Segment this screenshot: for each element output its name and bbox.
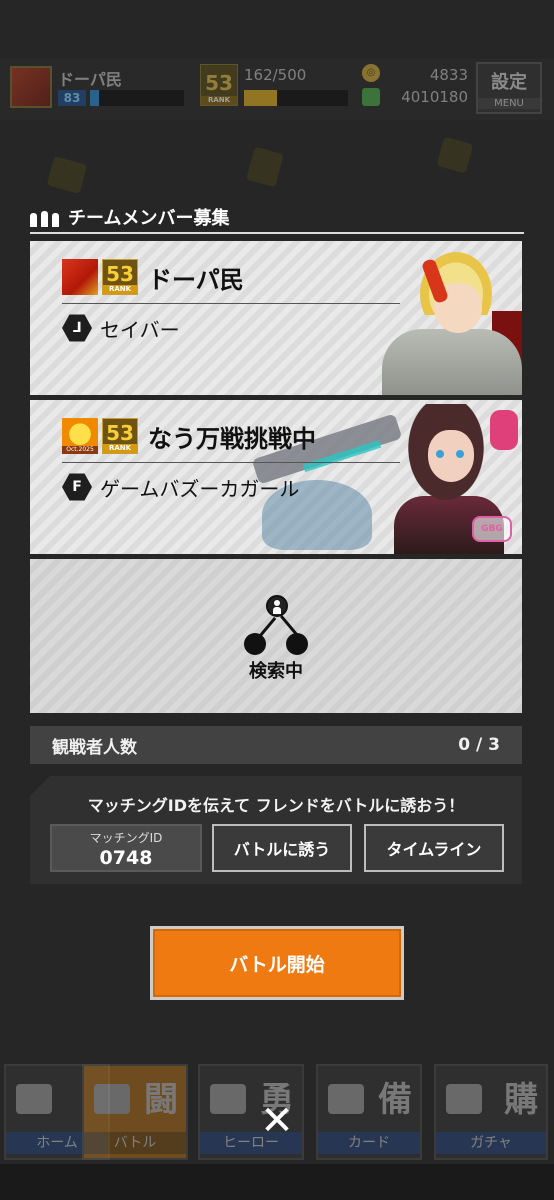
matching-id-label: マッチングID [89,831,163,845]
hero-role-row: ⅃ セイバー [62,313,180,343]
nav-card[interactable]: 備 カード [316,1064,422,1160]
stamina-bar [244,90,348,106]
member-name: なう万戦挑戦中 [148,424,316,453]
background-decoration [246,146,284,188]
spectator-label: 観戦者人数 [52,737,137,758]
search-node [266,595,288,617]
rank-badge: 53 RANK [200,64,238,106]
battle-start-button[interactable]: バトル開始 [150,926,404,1000]
team-icon [30,207,60,227]
stamina-text: 162/500 [244,66,307,84]
close-icon[interactable]: ✕ [256,1100,298,1142]
nav-battle[interactable]: 闘 バトル [82,1064,188,1160]
home-icon [16,1084,52,1114]
gunner-class-icon: F [62,473,92,501]
nav-label: ガチャ [436,1132,546,1154]
search-node [286,633,308,655]
timeline-button[interactable]: タイムライン [364,824,504,872]
headphones-icon [490,410,518,450]
member-name: ドーパ民 [148,265,244,294]
rank-badge: 53 RANK [102,418,138,454]
hero-portrait [436,450,444,458]
member-name-row: Oct.2025 53 RANK なう万戦挑戦中 [62,418,316,454]
rank-label: RANK [103,444,137,453]
gem-count: 4010180 [401,88,468,106]
invite-to-battle-button[interactable]: バトルに誘う [212,824,352,872]
rank-number: 53 [106,421,134,445]
panel-header: チームメンバー募集 [30,204,229,230]
spectator-row: 観戦者人数 0 / 3 [30,726,522,764]
divider [62,462,400,463]
avatar-caption: Oct.2025 [62,446,98,454]
matching-panel: マッチングIDを伝えて フレンドをバトルに誘おう！ マッチングID 0748 バ… [30,776,522,884]
hero-icon [210,1084,246,1114]
player-avatar [10,66,52,108]
hero-role-row: F ゲームバズーカガール [62,472,299,502]
bottom-strip [0,1164,554,1200]
divider [30,232,524,234]
nav-kanji: 購 [504,1080,538,1120]
divider [62,303,400,304]
hero-name: セイバー [100,317,180,342]
background-decoration [436,136,474,174]
nav-kanji: 備 [378,1080,412,1120]
member-card[interactable]: 53 RANK ドーパ民 ⅃ セイバー [30,241,522,395]
menu-label: MENU [478,98,540,109]
hero-portrait [428,430,474,482]
nav-gacha[interactable]: 購 ガチャ [434,1064,548,1160]
matching-id-box: マッチングID 0748 [50,824,202,872]
rank-number: 53 [106,262,134,286]
hero-name: ゲームバズーカガール [100,476,300,501]
background-decoration [46,156,88,194]
card-icon [328,1084,364,1114]
saber-class-icon: ⅃ [62,314,92,342]
coin-count: 4833 [429,66,468,84]
hero-portrait [382,329,522,395]
panel-title: チームメンバー募集 [68,208,230,229]
searching-icon [244,595,308,655]
matching-id-value: 0748 [99,847,153,869]
hero-portrait [456,450,464,458]
menu-kanji: 設定 [491,72,527,93]
member-name-row: 53 RANK ドーパ民 [62,259,244,295]
searching-slot: 検索中 [30,559,522,713]
exp-bar [90,90,184,106]
player-name: ドーパ民 [58,70,122,89]
search-node [244,633,266,655]
stamina-bar-fill [244,90,278,106]
spectator-count: 0 / 3 [458,735,500,755]
gacha-icon [446,1084,482,1114]
matching-invite-text: マッチングIDを伝えて フレンドをバトルに誘おう！ [87,796,465,815]
menu-button[interactable]: 設定 MENU [476,62,542,114]
rank-number: 53 [205,71,233,95]
game-logo: GBG [472,516,512,542]
member-avatar: Oct.2025 [62,418,98,454]
rank-label: RANK [201,96,237,105]
searching-label: 検索中 [249,661,303,682]
gem-icon [362,88,380,106]
member-card[interactable]: GBG Oct.2025 53 RANK なう万戦挑戦中 F ゲームバズーカガール [30,400,522,554]
rank-badge: 53 RANK [102,259,138,295]
player-level: 83 [58,90,86,106]
gamepad-icon [94,1084,130,1114]
member-avatar [62,259,98,295]
exp-bar-fill [90,90,100,106]
nav-label: カード [318,1132,420,1154]
nav-label: バトル [84,1132,186,1154]
coin-icon: ◎ [362,64,380,82]
rank-label: RANK [103,285,137,294]
nav-kanji: 闘 [144,1080,178,1120]
